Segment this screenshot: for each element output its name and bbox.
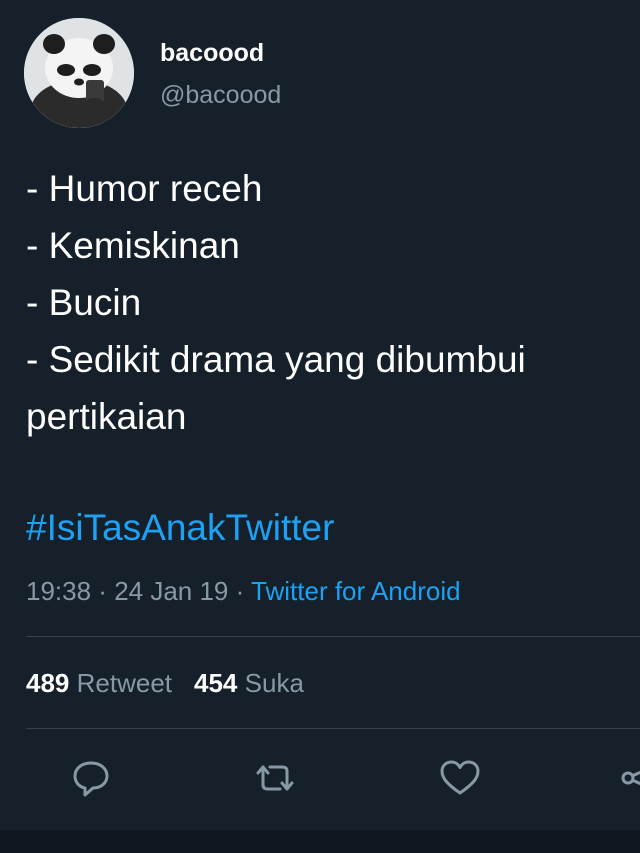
- hashtag-link[interactable]: #IsiTasAnakTwitter: [26, 503, 334, 553]
- tweet-stats: 489 Retweet 454 Suka: [26, 666, 304, 700]
- avatar[interactable]: [24, 18, 134, 128]
- user-names[interactable]: bacoood @bacoood: [160, 38, 281, 110]
- meta-separator: ·: [228, 576, 252, 606]
- reply-icon: [73, 761, 109, 797]
- retweet-count: 489: [26, 668, 70, 698]
- tweet-date: 24 Jan 19: [114, 576, 229, 606]
- tweet-text: - Humor receh - Kemiskinan - Bucin - Sed…: [26, 160, 640, 445]
- divider: [26, 636, 640, 637]
- like-stat[interactable]: 454 Suka: [194, 668, 304, 698]
- display-name[interactable]: bacoood: [160, 38, 281, 68]
- tweet-line: - Kemiskinan: [26, 225, 240, 266]
- retweet-icon: [256, 765, 294, 791]
- user-handle[interactable]: @bacoood: [160, 80, 281, 110]
- bottom-bar: [0, 830, 640, 853]
- like-label: Suka: [244, 668, 304, 698]
- share-icon: [621, 770, 640, 786]
- retweet-label: Retweet: [76, 668, 173, 698]
- tweet-line: - Bucin: [26, 282, 142, 323]
- like-count: 454: [194, 668, 238, 698]
- tweet-time: 19:38: [26, 576, 92, 606]
- tweet-source-link[interactable]: Twitter for Android: [251, 576, 461, 606]
- retweet-stat[interactable]: 489 Retweet: [26, 668, 172, 698]
- like-button[interactable]: [437, 755, 483, 801]
- tweet-line: - Humor receh: [26, 168, 263, 209]
- share-button[interactable]: [618, 755, 640, 801]
- tweet-line: - Sedikit drama yang dibumbui: [26, 339, 526, 380]
- tweet-actions: [0, 755, 640, 803]
- tweet-line: pertikaian: [26, 396, 187, 437]
- tweet-detail-page: bacoood @bacoood - Humor receh - Kemiski…: [0, 0, 640, 853]
- reply-button[interactable]: [68, 755, 114, 801]
- divider: [26, 728, 640, 729]
- meta-separator: ·: [91, 576, 115, 606]
- panda-avatar-icon: [24, 18, 134, 128]
- tweet-meta: 19:38 · 24 Jan 19 · Twitter for Android: [26, 574, 461, 608]
- like-icon: [440, 760, 480, 795]
- tweet-header: bacoood @bacoood: [24, 18, 624, 128]
- retweet-button[interactable]: [252, 755, 298, 801]
